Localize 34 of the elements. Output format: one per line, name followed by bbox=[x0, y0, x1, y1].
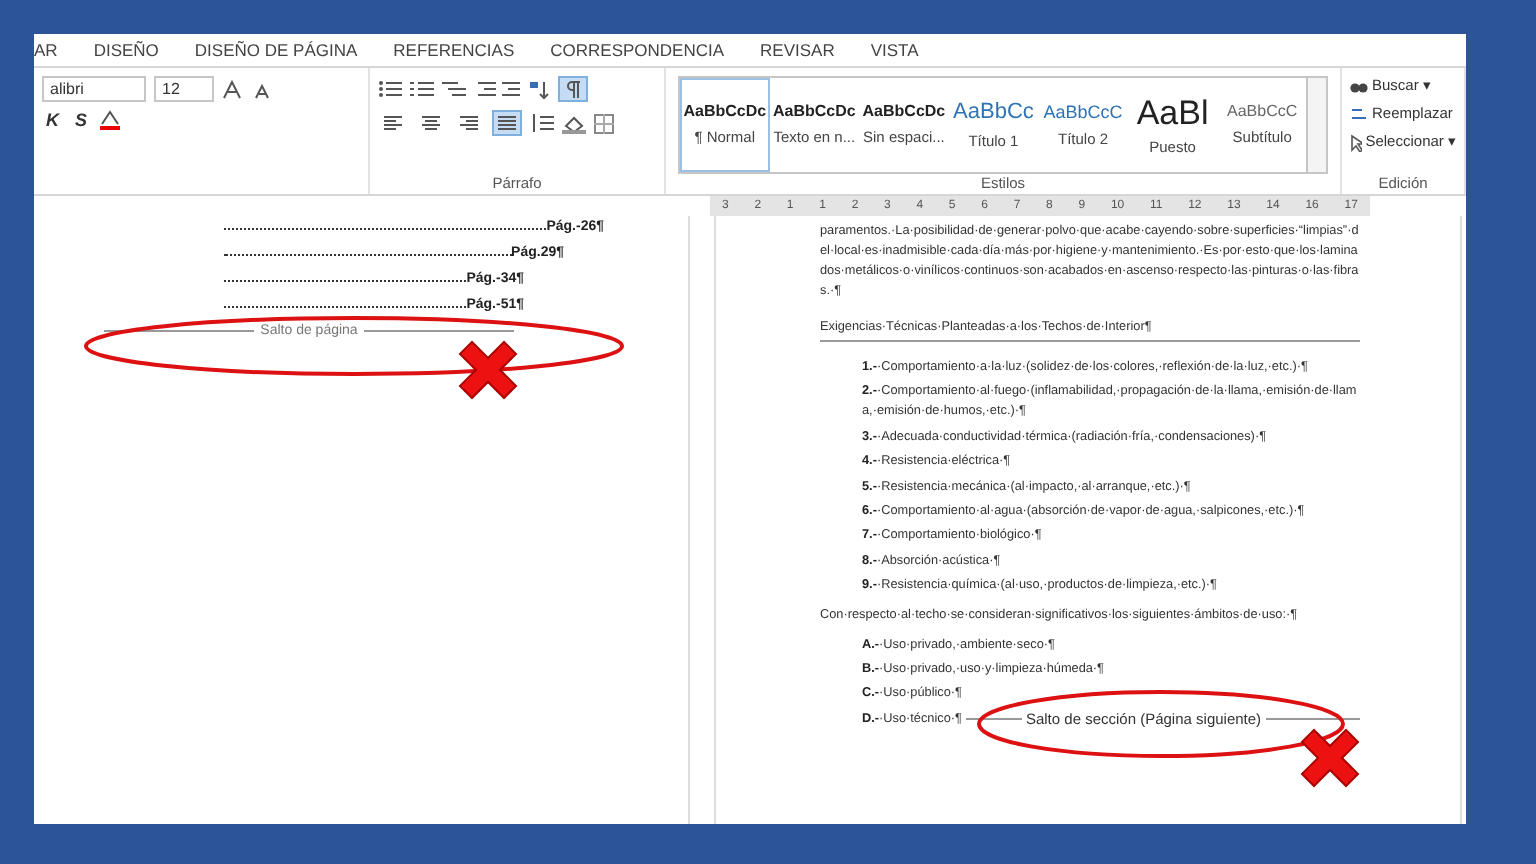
borders-icon bbox=[594, 113, 614, 133]
align-button[interactable] bbox=[454, 110, 484, 136]
shading-icon bbox=[562, 113, 586, 133]
font-size-field[interactable]: 12 bbox=[154, 76, 214, 102]
line-spacing-icon bbox=[530, 114, 554, 132]
ribbon-tab[interactable]: DISEÑO DE PÁGINA bbox=[194, 40, 358, 60]
ribbon-tab[interactable]: CORRESPONDENCIA bbox=[550, 40, 725, 60]
format-button[interactable]: K bbox=[42, 110, 63, 130]
font-color-icon bbox=[99, 110, 120, 130]
indent-icon bbox=[474, 80, 522, 98]
cross-mark-icon bbox=[454, 336, 522, 404]
ribbon-tab[interactable]: REFERENCIAS bbox=[393, 40, 515, 60]
align-button[interactable] bbox=[416, 110, 446, 136]
font-name-field[interactable]: alibri bbox=[42, 76, 146, 102]
grow-font-icon bbox=[222, 79, 246, 99]
align-button[interactable] bbox=[492, 110, 522, 136]
cursor-icon bbox=[1350, 133, 1362, 151]
replace-icon bbox=[1350, 106, 1368, 122]
ribbon-tab[interactable]: DISEÑO bbox=[93, 40, 159, 60]
sort-icon bbox=[530, 79, 550, 99]
gallery-scrollbar[interactable] bbox=[1306, 78, 1327, 172]
shrink-font-icon bbox=[254, 79, 274, 99]
bullets-icon bbox=[378, 80, 402, 98]
multilevel-list-icon bbox=[442, 80, 466, 98]
ribbon-tab[interactable]: VISTA bbox=[870, 40, 919, 60]
binoculars-icon bbox=[1350, 78, 1368, 94]
cross-mark-icon bbox=[1296, 724, 1364, 792]
pilcrow-icon bbox=[566, 80, 580, 98]
format-button[interactable]: S bbox=[71, 110, 92, 130]
align-button[interactable] bbox=[378, 110, 408, 136]
numbering-icon bbox=[410, 80, 434, 98]
ribbon-tab[interactable]: REVISAR bbox=[760, 40, 835, 60]
ribbon-tab[interactable]: AR bbox=[34, 40, 58, 60]
show-marks-button[interactable] bbox=[558, 76, 588, 102]
